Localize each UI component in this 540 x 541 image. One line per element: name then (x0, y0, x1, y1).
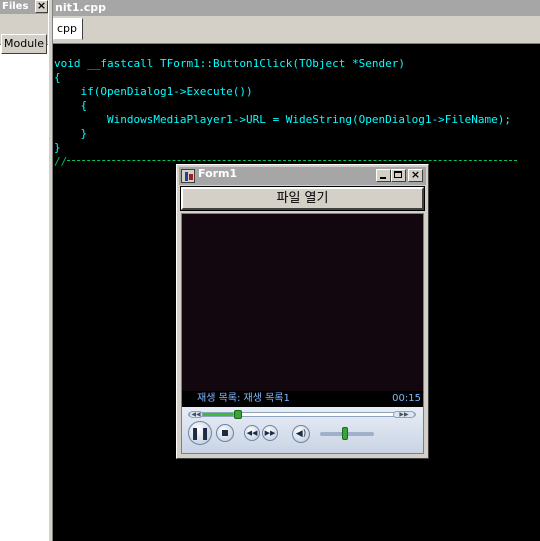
close-button[interactable]: × (408, 169, 423, 182)
open-file-button[interactable]: 파일 열기 (180, 186, 425, 211)
fast-forward-icon[interactable]: ▶▶ (393, 411, 415, 418)
tab-unit1-cpp[interactable]: cpp (53, 18, 83, 40)
player-status-bar: 재생 목록: 재생 목록1 00:15 (182, 391, 423, 407)
editor-title: nit1.cpp (53, 0, 540, 16)
files-panel: Files × Module (0, 0, 49, 541)
previous-icon[interactable]: ◀◀ (244, 425, 260, 441)
media-player: 재생 목록: 재생 목록1 00:15 ◀◀ ▶▶ ❚❚ ◀◀ ▶▶ ◀) (181, 213, 424, 454)
next-icon[interactable]: ▶▶ (262, 425, 278, 441)
playlist-label: 재생 목록: 재생 목록1 (197, 393, 290, 404)
playback-time: 00:15 (392, 393, 421, 404)
code-line: void __fastcall TForm1::Button1Click(TOb… (54, 57, 405, 70)
files-panel-close-button[interactable]: × (35, 0, 48, 13)
pause-icon[interactable]: ❚❚ (188, 421, 212, 445)
seek-bar[interactable]: ◀◀ ▶▶ (188, 410, 416, 419)
code-line: { (54, 71, 61, 84)
minimize-button[interactable] (376, 169, 391, 182)
seek-handle[interactable] (234, 410, 242, 419)
code-line: WindowsMediaPlayer1->URL = WideString(Op… (54, 113, 511, 126)
code-line: if(OpenDialog1->Execute()) (54, 85, 253, 98)
comment-line: // (54, 155, 68, 168)
video-area[interactable] (182, 214, 423, 391)
code-line: { (54, 99, 88, 112)
app-icon (181, 169, 195, 183)
form1-titlebar[interactable]: Form1 × (179, 167, 426, 185)
volume-handle[interactable] (342, 427, 348, 440)
stop-icon[interactable] (216, 424, 234, 442)
maximize-button[interactable] (391, 169, 406, 182)
volume-slider[interactable] (320, 427, 374, 440)
form1-title: Form1 (198, 167, 238, 180)
player-controls: ◀◀ ▶▶ ❚❚ ◀◀ ▶▶ ◀) (182, 407, 423, 453)
editor-tabbar: cpp (53, 16, 540, 44)
files-panel-toolbar: Module (0, 14, 48, 54)
form1-window: Form1 × 파일 열기 재생 목록: 재생 목록1 00:15 ◀◀ ▶▶ … (176, 164, 429, 459)
tab-module[interactable]: Module (1, 34, 47, 54)
rewind-icon[interactable]: ◀◀ (189, 411, 203, 418)
speaker-icon[interactable]: ◀) (292, 425, 310, 443)
code-line: } (54, 141, 61, 154)
comment-divider (67, 160, 517, 161)
code-line: } (54, 127, 88, 140)
